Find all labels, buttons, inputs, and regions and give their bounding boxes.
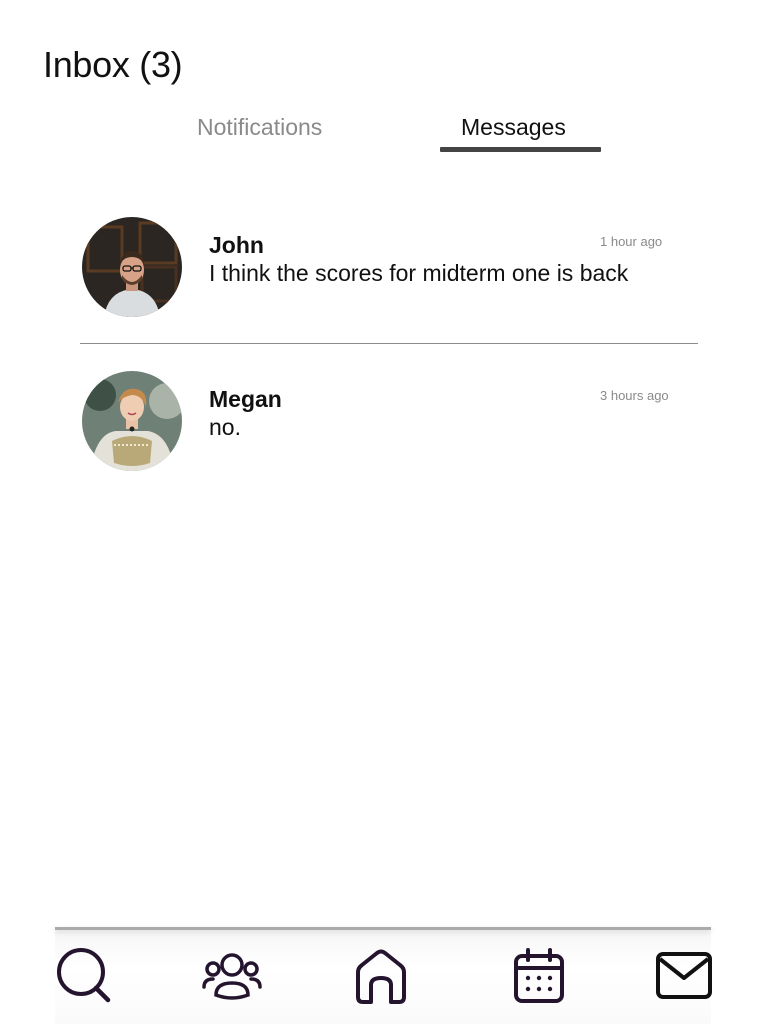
sender-name: John [209, 232, 264, 258]
avatar-image-john [82, 217, 182, 317]
home-icon [356, 949, 406, 1004]
message-timestamp: 3 hours ago [600, 388, 669, 403]
nav-search-button[interactable] [53, 945, 115, 1007]
message-preview: I think the scores for midterm one is ba… [209, 260, 629, 286]
calendar-icon [514, 948, 564, 1003]
avatar-image-megan [82, 371, 182, 471]
mail-icon [656, 952, 712, 999]
nav-divider [55, 927, 711, 930]
avatar [82, 217, 182, 317]
bottom-nav [53, 927, 712, 1024]
search-icon [57, 948, 111, 1003]
nav-calendar-button[interactable] [508, 945, 570, 1007]
page-title: Inbox (3) [43, 44, 183, 85]
active-tab-indicator [440, 147, 601, 152]
people-icon [202, 953, 262, 1000]
message-item-megan[interactable]: Megan no. 3 hours ago [80, 364, 698, 484]
tab-messages[interactable]: Messages [461, 114, 566, 141]
nav-inbox-button[interactable] [653, 945, 715, 1007]
tab-notifications[interactable]: Notifications [197, 114, 322, 141]
message-preview: no. [209, 414, 241, 440]
avatar [82, 371, 182, 471]
nav-home-button[interactable] [350, 945, 412, 1007]
nav-people-button[interactable] [201, 945, 263, 1007]
message-item-john[interactable]: John I think the scores for midterm one … [80, 210, 698, 330]
message-divider [80, 343, 698, 344]
message-timestamp: 1 hour ago [600, 234, 663, 249]
sender-name: Megan [209, 386, 282, 412]
